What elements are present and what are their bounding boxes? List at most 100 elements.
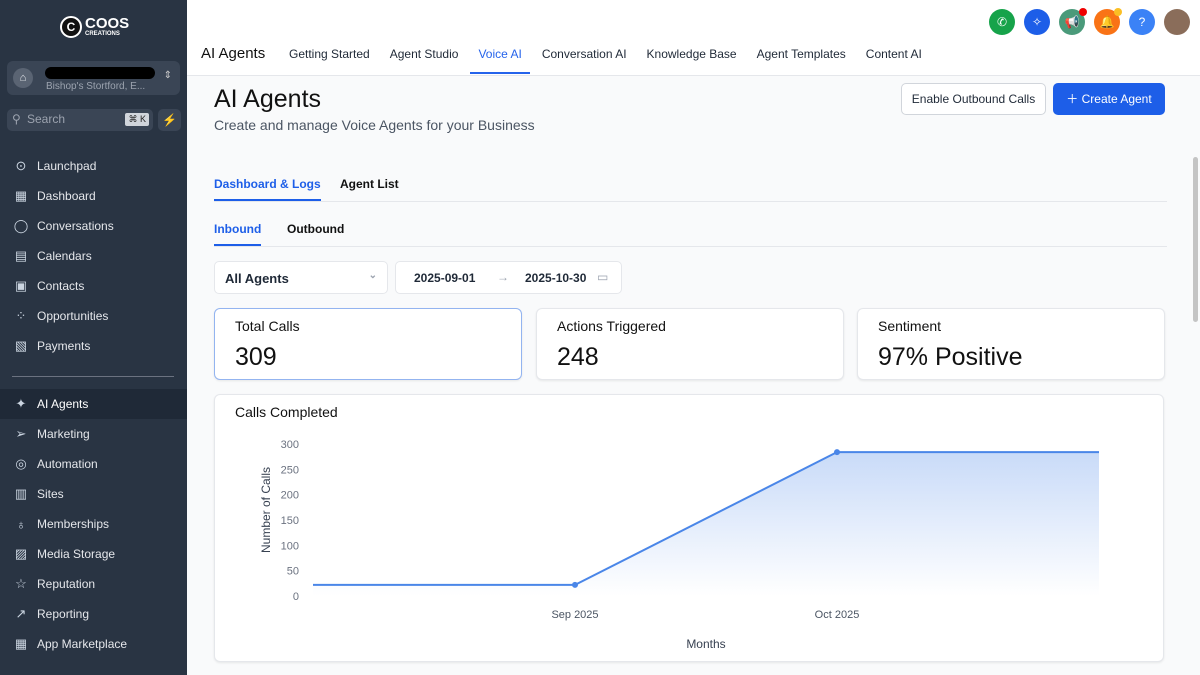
bolt-icon: ⚡	[162, 113, 177, 127]
sidebar-item-label: Marketing	[37, 427, 90, 441]
tabs-divider	[214, 201, 1167, 202]
date-range-picker[interactable]: 2025-09-01 → 2025-10-30 ▭	[395, 261, 622, 294]
sidebar-item-dashboard[interactable]: ▦ Dashboard	[0, 181, 187, 211]
sidebar-item-label: Reporting	[37, 607, 90, 621]
top-tabs: Getting Started Agent Studio Voice AI Conve…	[289, 47, 942, 74]
logo-text: COOS	[85, 15, 130, 32]
sidebar-item-reputation[interactable]: ☆ Reputation	[0, 569, 187, 599]
tab-agent-list[interactable]: Agent List	[340, 177, 399, 191]
bell-button[interactable]: 🔔	[1094, 8, 1122, 35]
subtab-outbound[interactable]: Outbound	[287, 222, 344, 236]
calls-completed-chart-card: Calls Completed 0 50 100 150 200 250 300 Sep 20…	[214, 394, 1164, 662]
sidebar-item-label: Opportunities	[37, 309, 109, 323]
megaphone-button[interactable]: 📢	[1059, 8, 1087, 35]
badge-icon: ♁	[16, 516, 26, 532]
create-agent-button[interactable]: ＋ Create Agent	[1053, 83, 1165, 115]
sparkle-icon: ✧	[1031, 15, 1043, 29]
y-tick-label: 250	[281, 464, 299, 476]
sidebar-item-label: Payments	[37, 339, 91, 353]
sidebar-item-payments[interactable]: ▧ Payments	[0, 331, 187, 361]
apps-icon: ▦	[14, 636, 28, 651]
subtab-inbound[interactable]: Inbound	[214, 222, 262, 246]
phone-button[interactable]: ✆	[989, 9, 1015, 35]
sidebar-divider	[12, 376, 174, 377]
phone-icon: ✆	[996, 15, 1008, 29]
location-switcher[interactable]: ⌂ Bishop's Stortford, E... ⇕	[7, 61, 180, 95]
sidebar-item-conversations[interactable]: ◯ Conversations	[0, 211, 187, 241]
tab-voice-ai[interactable]: Voice AI	[470, 47, 530, 74]
contacts-icon: ▣	[14, 278, 28, 293]
tab-dashboard-logs[interactable]: Dashboard & Logs	[214, 177, 321, 201]
date-to: 2025-10-30	[525, 271, 587, 285]
calls-chart: 0 50 100 150 200 250 300 Sep 2025 Oct 2025 Months…	[259, 439, 1099, 651]
section-title: AI Agents	[201, 45, 266, 62]
star-icon: ☆	[15, 576, 27, 591]
sidebar-item-label: Calendars	[37, 249, 92, 263]
stat-label: Sentiment	[878, 318, 942, 334]
y-tick-label: 100	[281, 540, 299, 552]
location-icon: ⌂	[13, 68, 33, 88]
x-axis-label: Months	[686, 637, 725, 651]
payments-icon: ▧	[14, 338, 28, 353]
sidebar-item-contacts[interactable]: ▣ Contacts	[0, 271, 187, 301]
stat-value: 97% Positive	[878, 343, 1023, 371]
sidebar-item-label: Contacts	[37, 279, 85, 293]
sidebar-item-calendars[interactable]: ▤ Calendars	[0, 241, 187, 271]
stat-card-sentiment[interactable]: Sentiment 97% Positive	[857, 308, 1165, 380]
sidebar-item-label: Memberships	[37, 517, 110, 531]
automation-icon: ◎	[15, 456, 27, 471]
sidebar-item-sites[interactable]: ▥ Sites	[0, 479, 187, 509]
sidebar-item-automation[interactable]: ◎ Automation	[0, 449, 187, 479]
image-icon: ▨	[14, 546, 28, 561]
enable-outbound-calls-button[interactable]: Enable Outbound Calls	[901, 83, 1046, 115]
stat-label: Actions Triggered	[557, 318, 666, 334]
sidebar-item-app-marketplace[interactable]: ▦ App Marketplace	[0, 629, 187, 659]
sidebar-item-ai-agents[interactable]: ✦ AI Agents	[0, 389, 187, 419]
sidebar-item-label: Launchpad	[37, 159, 97, 173]
quick-action-button[interactable]: ⚡	[158, 109, 181, 131]
tab-content-ai[interactable]: Content AI	[866, 47, 922, 74]
sidebar-item-opportunities[interactable]: ⁘ Opportunities	[0, 301, 187, 331]
notification-dot	[1079, 8, 1087, 16]
sites-icon: ▥	[14, 486, 28, 501]
bell-icon: 🔔	[1099, 15, 1115, 29]
search-placeholder: Search	[27, 112, 66, 126]
sparkle-button[interactable]: ✧	[1024, 9, 1050, 35]
sidebar-item-media-storage[interactable]: ▨ Media Storage	[0, 539, 187, 569]
tab-agent-templates[interactable]: Agent Templates	[757, 47, 846, 74]
logo[interactable]: C COOS CREATIONS	[60, 16, 129, 38]
scrollbar[interactable]	[1193, 157, 1198, 322]
calendar-icon: ▤	[14, 248, 28, 263]
sidebar-item-memberships[interactable]: ♁ Memberships	[0, 509, 187, 539]
grid-icon: ▦	[14, 188, 28, 203]
stat-card-total-calls[interactable]: Total Calls 309	[214, 308, 522, 380]
tab-agent-studio[interactable]: Agent Studio	[390, 47, 459, 74]
y-tick-label: 150	[281, 515, 299, 527]
create-agent-label: Create Agent	[1081, 92, 1152, 106]
chevron-down-icon: ⌄	[368, 270, 377, 281]
sidebar-item-reporting[interactable]: ↗ Reporting	[0, 599, 187, 629]
tab-getting-started[interactable]: Getting Started	[289, 47, 370, 74]
plus-icon: ＋	[1066, 92, 1082, 106]
rocket-icon: ⊙	[15, 158, 27, 173]
sparkle-icon: ✦	[15, 396, 27, 411]
sidebar-item-marketing[interactable]: ➢ Marketing	[0, 419, 187, 449]
sidebar-item-label: Dashboard	[37, 189, 96, 203]
agent-filter-value: All Agents	[225, 271, 289, 286]
x-tick-label: Sep 2025	[551, 609, 598, 621]
sidebar-item-launchpad[interactable]: ⊙ Launchpad	[0, 151, 187, 181]
y-tick-label: 0	[293, 591, 299, 603]
search-icon: ⚲	[12, 112, 21, 126]
agent-filter-select[interactable]: All Agents ⌄	[214, 261, 388, 294]
tab-knowledge-base[interactable]: Knowledge Base	[647, 47, 737, 74]
stat-card-actions-triggered[interactable]: Actions Triggered 248	[536, 308, 844, 380]
help-button[interactable]: ?	[1129, 9, 1155, 35]
search-input[interactable]: ⚲ Search ⌘ K	[7, 109, 153, 131]
tab-conversation-ai[interactable]: Conversation AI	[542, 47, 627, 74]
user-avatar[interactable]	[1164, 9, 1190, 35]
top-bar: AI Agents Getting Started Agent Studio Voi…	[187, 0, 1200, 76]
sidebar-item-label: Media Storage	[37, 547, 116, 561]
data-point	[834, 449, 840, 456]
subtabs-divider	[214, 246, 1167, 247]
stat-label: Total Calls	[235, 318, 300, 334]
